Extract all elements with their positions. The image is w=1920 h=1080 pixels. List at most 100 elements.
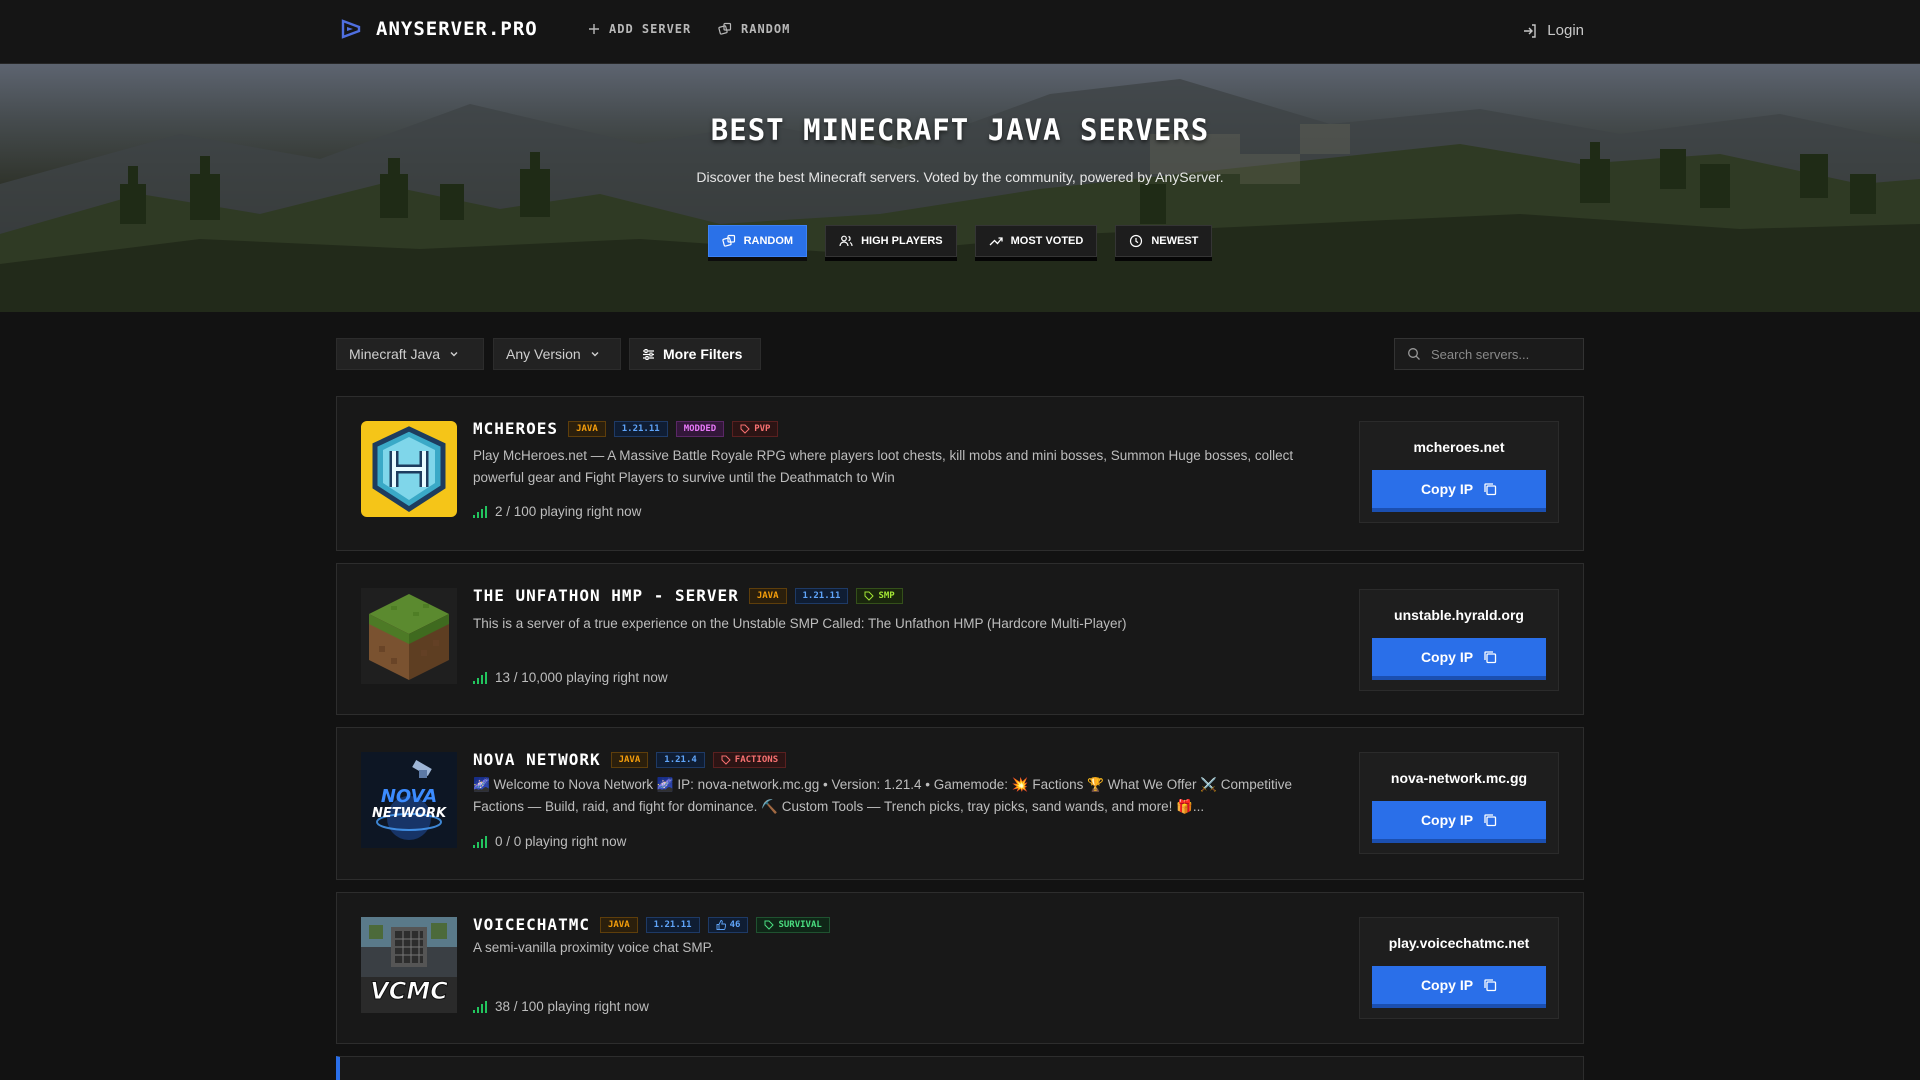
edition-badge: JAVA (748, 587, 787, 604)
sort-tabs: RANDOM HIGH PLAYERS MOST VOTED NEWEST (0, 225, 1920, 257)
signal-icon (473, 1000, 487, 1013)
more-filters-button[interactable]: More Filters (629, 338, 761, 370)
copy-ip-button[interactable]: Copy IP (1372, 801, 1546, 843)
edition-badge: JAVA (610, 751, 649, 768)
signal-icon (473, 835, 487, 848)
sort-most-voted-button[interactable]: MOST VOTED (974, 225, 1098, 257)
player-count-label: 2 / 100 playing right now (495, 504, 642, 519)
dice-icon (721, 234, 735, 247)
filter-bar: Minecraft Java Any Version More Filters (336, 338, 1584, 370)
nova-logo-line2: NETWORK (372, 806, 447, 821)
edition-badge: JAVA (599, 916, 638, 933)
vcmc-logo-image: VCMC (361, 917, 457, 1013)
votes-badge: 46 (707, 916, 749, 933)
copy-ip-label: Copy IP (1420, 977, 1474, 993)
server-card-nova-network[interactable]: NOVA NETWORK NOVA NETWORK JAVA 1.21.4 FA… (336, 727, 1584, 880)
nova-network-logo-image: NOVA NETWORK (361, 752, 457, 848)
tag-badge-label: SURVIVAL (778, 919, 822, 930)
nav-add-server-link[interactable]: ADD SERVER (588, 22, 691, 36)
version-badge: 1.21.4 (656, 751, 705, 768)
copy-ip-label: Copy IP (1420, 481, 1474, 497)
edition-dropdown-value: Minecraft Java (349, 346, 441, 362)
sort-newest-button[interactable]: NEWEST (1115, 225, 1213, 257)
edition-dropdown[interactable]: Minecraft Java (336, 338, 484, 370)
clock-icon (1130, 234, 1143, 248)
server-description: Play McHeroes.net — A Massive Battle Roy… (473, 448, 1294, 485)
login-label: Login (1547, 22, 1584, 39)
server-thumbnail: NOVA NETWORK (361, 752, 457, 848)
server-ip: play.voicechatmc.net (1388, 935, 1530, 951)
tag-badge-label: PVP (754, 423, 771, 434)
grass-block-image (361, 588, 457, 684)
server-name[interactable]: THE UNFATHON HMP - SERVER (473, 586, 739, 605)
player-count: 13 / 10,000 playing right now (473, 670, 668, 685)
version-badge: 1.21.11 (794, 587, 849, 604)
login-link[interactable]: Login (1522, 22, 1584, 39)
modded-badge: MODDED (675, 420, 725, 437)
server-ip-box: mcheroes.net Copy IP (1359, 421, 1559, 523)
copy-ip-button[interactable]: Copy IP (1372, 470, 1546, 512)
copy-icon (1484, 979, 1497, 992)
page-title: BEST MINECRAFT JAVA SERVERS (710, 113, 1210, 147)
hero-banner: BEST MINECRAFT JAVA SERVERS Discover the… (0, 64, 1920, 312)
page-subtitle: Discover the best Minecraft servers. Vot… (696, 169, 1224, 185)
tag-icon (764, 920, 775, 930)
signal-icon (473, 505, 487, 518)
tag-icon (864, 591, 875, 601)
server-title-row: NOVA NETWORK JAVA 1.21.4 FACTIONS (473, 750, 787, 769)
tag-badge-survival: SURVIVAL (756, 916, 830, 933)
sort-random-button[interactable]: RANDOM (707, 225, 808, 257)
server-card-voicechatmc[interactable]: VCMC VOICECHATMC JAVA 1.21.11 46 SURVIVA… (336, 892, 1584, 1044)
server-ip: unstable.hyrald.org (1394, 607, 1524, 623)
nav-add-server-label: ADD SERVER (609, 22, 692, 36)
server-ip-box: nova-network.mc.gg Copy IP (1359, 752, 1559, 854)
server-name[interactable]: NOVA NETWORK (473, 750, 601, 769)
votes-count: 46 (729, 919, 741, 930)
sort-random-label: RANDOM (743, 235, 794, 247)
dice-icon (718, 22, 732, 35)
logo-icon (341, 19, 361, 39)
server-thumbnail (361, 588, 457, 684)
server-title-row: MCHEROES JAVA 1.21.11 MODDED PVP (473, 419, 779, 438)
player-count: 0 / 0 playing right now (473, 834, 626, 849)
search-input[interactable] (1431, 346, 1571, 362)
copy-icon (1484, 814, 1497, 827)
server-description: A semi-vanilla proximity voice chat SMP. (473, 940, 714, 955)
player-count: 38 / 100 playing right now (473, 999, 649, 1014)
tag-badge-label: FACTIONS (734, 754, 779, 765)
tag-badge-smp: SMP (856, 587, 903, 604)
player-count-label: 13 / 10,000 playing right now (495, 670, 668, 685)
tag-icon (740, 424, 750, 434)
nav-random-label: RANDOM (741, 22, 791, 36)
sort-high-players-button[interactable]: HIGH PLAYERS (825, 225, 957, 257)
server-title-row: THE UNFATHON HMP - SERVER JAVA 1.21.11 S… (473, 586, 903, 605)
more-filters-label: More Filters (663, 346, 743, 362)
server-ip-box: unstable.hyrald.org Copy IP (1359, 589, 1559, 691)
version-badge: 1.21.11 (645, 916, 700, 933)
nova-logo-line1: NOVA (381, 786, 437, 807)
signal-icon (473, 671, 487, 684)
login-icon (1524, 23, 1536, 38)
copy-ip-button[interactable]: Copy IP (1372, 966, 1546, 1008)
tag-badge-label: SMP (878, 590, 895, 601)
version-dropdown-value: Any Version (506, 346, 581, 362)
copy-ip-button[interactable]: Copy IP (1372, 638, 1546, 680)
minecraft-landscape-background (0, 79, 1920, 312)
server-card-unfathon[interactable]: THE UNFATHON HMP - SERVER JAVA 1.21.11 S… (336, 563, 1584, 715)
server-name[interactable]: MCHEROES (473, 419, 558, 438)
trending-up-icon (989, 237, 1003, 246)
copy-ip-label: Copy IP (1420, 812, 1474, 828)
server-card-mcheroes[interactable]: MCHEROES JAVA 1.21.11 MODDED PVP Play Mc… (336, 396, 1584, 551)
server-thumbnail (361, 421, 457, 517)
top-navbar: ANYSERVER.PRO ADD SERVER RANDOM Login (0, 0, 1920, 64)
sliders-icon (643, 348, 654, 360)
player-count-label: 0 / 0 playing right now (495, 834, 627, 849)
server-card-partial[interactable] (336, 1056, 1584, 1080)
plus-icon (589, 24, 599, 34)
site-logo[interactable]: ANYSERVER.PRO (340, 18, 538, 40)
server-name[interactable]: VOICECHATMC (473, 915, 590, 934)
version-dropdown[interactable]: Any Version (493, 338, 621, 370)
nav-random-link[interactable]: RANDOM (718, 22, 790, 36)
users-icon (839, 235, 853, 247)
player-count-label: 38 / 100 playing right now (495, 999, 649, 1014)
